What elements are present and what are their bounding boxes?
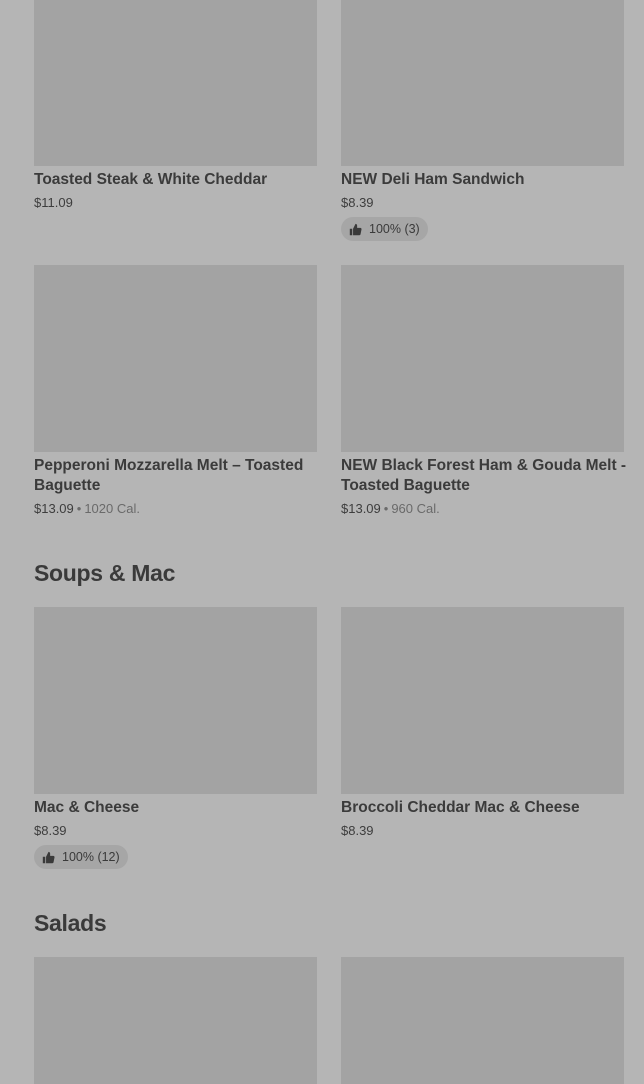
item-image[interactable] bbox=[34, 265, 317, 452]
item-price: $8.39 bbox=[341, 195, 374, 210]
rating-text: 100% (12) bbox=[62, 850, 120, 864]
separator-dot: • bbox=[383, 501, 389, 516]
item-image[interactable] bbox=[34, 957, 317, 1084]
rating-text: 100% (3) bbox=[369, 222, 420, 236]
item-title: Pepperoni Mozzarella Melt – Toasted Bagu… bbox=[34, 457, 304, 494]
separator-dot: • bbox=[76, 501, 82, 516]
item-price-calories: $13.09 • 1020 Cal. bbox=[34, 501, 140, 517]
item-image[interactable] bbox=[34, 0, 317, 166]
menu-item-card[interactable]: NEW Deli Ham Sandwich $8.39 100% (3) bbox=[341, 0, 624, 245]
section-heading-soups-mac: Soups & Mac bbox=[34, 560, 176, 586]
menu-item-card[interactable]: Toasted Steak & White Cheddar $11.09 bbox=[34, 0, 317, 220]
item-title: Mac & Cheese bbox=[34, 799, 140, 816]
item-price: $8.39 bbox=[34, 823, 67, 838]
item-title: NEW Deli Ham Sandwich bbox=[341, 171, 525, 188]
item-title: Broccoli Cheddar Mac & Cheese bbox=[341, 799, 580, 816]
item-image[interactable] bbox=[341, 0, 624, 166]
item-image[interactable] bbox=[341, 957, 624, 1084]
menu-page: Toasted Steak & White Cheddar $11.09 NEW… bbox=[0, 0, 644, 1084]
item-image[interactable] bbox=[341, 607, 624, 794]
rating-badge: 100% (3) bbox=[341, 217, 428, 241]
menu-item-card[interactable]: Broccoli Cheddar Mac & Cheese $8.39 bbox=[341, 607, 624, 847]
thumbs-up-icon bbox=[349, 223, 362, 235]
item-price-calories: $13.09 • 960 Cal. bbox=[341, 501, 440, 517]
thumbs-up-icon bbox=[42, 851, 55, 863]
item-calories: 960 Cal. bbox=[391, 501, 440, 516]
item-price: $11.09 bbox=[34, 195, 73, 210]
menu-item-card[interactable]: Mac & Cheese $8.39 100% (12) bbox=[34, 607, 317, 872]
item-price: $8.39 bbox=[341, 823, 374, 838]
menu-item-card[interactable]: NEW Black Forest Ham & Gouda Melt - Toas… bbox=[341, 265, 626, 525]
item-image[interactable] bbox=[341, 265, 624, 452]
rating-badge: 100% (12) bbox=[34, 845, 128, 869]
item-calories: 1020 Cal. bbox=[84, 501, 140, 516]
item-price: $13.09 bbox=[341, 501, 381, 516]
item-price: $13.09 bbox=[34, 501, 74, 516]
section-heading-salads: Salads bbox=[34, 910, 107, 936]
menu-item-card[interactable] bbox=[341, 957, 624, 1084]
item-title: Toasted Steak & White Cheddar bbox=[34, 171, 268, 188]
menu-item-card[interactable] bbox=[34, 957, 317, 1084]
item-image[interactable] bbox=[34, 607, 317, 794]
menu-item-card[interactable]: Pepperoni Mozzarella Melt – Toasted Bagu… bbox=[34, 265, 317, 525]
item-title: NEW Black Forest Ham & Gouda Melt - Toas… bbox=[341, 457, 627, 494]
